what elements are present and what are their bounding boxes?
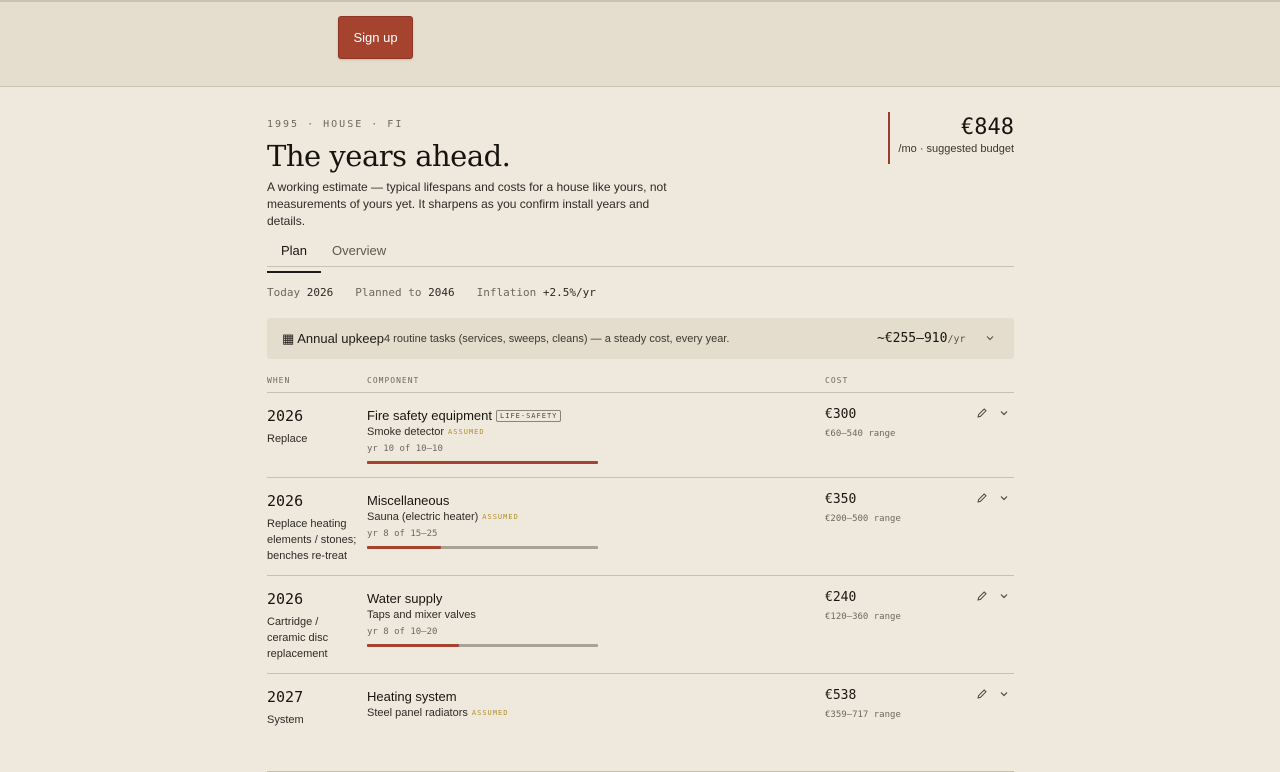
tab-overview[interactable]: Overview	[332, 243, 386, 267]
row-subcomponent: Sauna (electric heater) ASSUMED	[367, 511, 519, 523]
lifespan-bar	[367, 546, 598, 549]
row-component: Water supply	[367, 591, 442, 606]
table-row[interactable]: 2026 Cartridge / ceramic disc replacement…	[267, 576, 1014, 674]
budget-amount: €848	[961, 115, 1014, 140]
row-subcomponent: Steel panel radiators ASSUMED	[367, 707, 508, 719]
row-action: Cartridge / ceramic disc replacement	[267, 616, 329, 660]
col-when: WHEN	[267, 376, 291, 385]
assumed-badge: ASSUMED	[471, 709, 509, 717]
lifespan-bar	[367, 644, 598, 647]
table-row[interactable]: 2026 Replace heating elements / stones; b…	[267, 478, 1014, 576]
row-year: 2026	[267, 590, 304, 608]
row-action: Replace heating elements / stones; bench…	[267, 518, 357, 562]
annual-upkeep-bar[interactable]: ▦ Annual upkeep 4 routine tasks (service…	[267, 318, 1014, 359]
table-row[interactable]: 2027 System Heating system Steel panel radi…	[267, 674, 1014, 772]
row-sub-name: Sauna (electric heater)	[367, 511, 479, 523]
row-component: Miscellaneous	[367, 493, 449, 508]
row-action: System	[267, 714, 304, 726]
upkeep-cost-unit: /yr	[947, 334, 966, 345]
row-cost: €350	[825, 492, 857, 507]
row-action: Replace	[267, 433, 308, 445]
lifespan-bar-fill	[367, 644, 460, 647]
row-subcomponent: Taps and mixer valves	[367, 609, 476, 621]
signup-button[interactable]: Sign up	[338, 16, 413, 59]
budget-card: €848 /mo · suggested budget	[888, 112, 1014, 164]
row-year: 2027	[267, 688, 304, 706]
top-band: Sign up	[0, 0, 1280, 87]
tab-plan[interactable]: Plan	[267, 243, 322, 273]
pencil-icon[interactable]	[976, 407, 988, 419]
row-sub-name: Steel panel radiators	[367, 707, 468, 719]
planned-value: 2046	[428, 286, 455, 299]
row-cost-range: €359–717 range	[825, 710, 901, 720]
inflation-value: +2.5%/yr	[542, 286, 596, 299]
page-lede: A working estimate — typical lifespans a…	[267, 180, 667, 228]
chevron-down-icon[interactable]	[999, 493, 1009, 503]
pencil-icon[interactable]	[976, 688, 988, 700]
row-age: yr 10 of 10–10	[367, 444, 443, 454]
row-cost-range: €200–500 range	[825, 514, 901, 524]
row-cost: €538	[825, 688, 857, 703]
chevron-down-icon[interactable]	[985, 333, 995, 343]
property-eyebrow: 1995 · HOUSE · FI	[267, 119, 404, 130]
row-sub-name: Smoke detector	[367, 426, 445, 438]
upkeep-title-text: Annual upkeep	[297, 331, 384, 346]
row-sub-name: Taps and mixer valves	[367, 609, 476, 621]
budget-label: /mo · suggested budget	[898, 143, 1014, 155]
row-component-name: Water supply	[367, 591, 443, 606]
row-age: yr 8 of 10–20	[367, 627, 438, 637]
upkeep-cost-value: ~€255–910	[877, 331, 948, 346]
pencil-icon[interactable]	[976, 590, 988, 602]
page-title: The years ahead.	[267, 139, 511, 173]
today-label: Today	[267, 286, 301, 299]
lifespan-bar	[367, 461, 598, 464]
row-cost-range: €120–360 range	[825, 612, 901, 622]
upkeep-title: ▦ Annual upkeep	[282, 331, 384, 347]
row-subcomponent: Smoke detector ASSUMED	[367, 426, 485, 438]
assumed-badge: ASSUMED	[448, 428, 485, 436]
tab-bar: Plan Overview	[267, 237, 1014, 273]
row-component-name: Miscellaneous	[367, 493, 450, 508]
inflation-label: Inflation	[476, 286, 537, 299]
assumed-badge: ASSUMED	[482, 513, 519, 521]
lifespan-bar-fill	[367, 461, 598, 464]
life-safety-tag: LIFE-SAFETY	[496, 410, 562, 422]
row-year: 2026	[267, 407, 304, 425]
plan-meta: Today 2026 Planned to 2046 Inflation +2.…	[267, 286, 618, 299]
chevron-down-icon[interactable]	[999, 591, 1009, 601]
row-component-name: Fire safety equipment	[367, 408, 493, 423]
planned-label: Planned to	[355, 286, 422, 299]
upkeep-cost: ~€255–910/yr	[877, 331, 966, 346]
row-age: yr 8 of 15–25	[367, 529, 438, 539]
row-cost-range: €60–540 range	[825, 429, 896, 439]
upkeep-description: 4 routine tasks (services, sweeps, clean…	[384, 333, 730, 345]
row-component-name: Heating system	[367, 689, 457, 704]
row-year: 2026	[267, 492, 304, 510]
row-cost: €240	[825, 590, 857, 605]
lifespan-bar-fill	[367, 546, 441, 549]
table-row[interactable]: 2026 Replace Fire safety equipment LIFE-SAF…	[267, 393, 1014, 478]
row-component: Fire safety equipment LIFE-SAFETY	[367, 408, 562, 423]
chevron-down-icon[interactable]	[999, 408, 1009, 418]
col-cost: COST	[825, 376, 849, 385]
today-value: 2026	[306, 286, 334, 299]
pencil-icon[interactable]	[976, 492, 988, 504]
col-component: COMPONENT	[367, 376, 420, 385]
row-cost: €300	[825, 407, 857, 422]
chevron-down-icon[interactable]	[999, 689, 1009, 699]
calendar-icon: ▦	[282, 331, 295, 346]
row-component: Heating system	[367, 689, 457, 704]
